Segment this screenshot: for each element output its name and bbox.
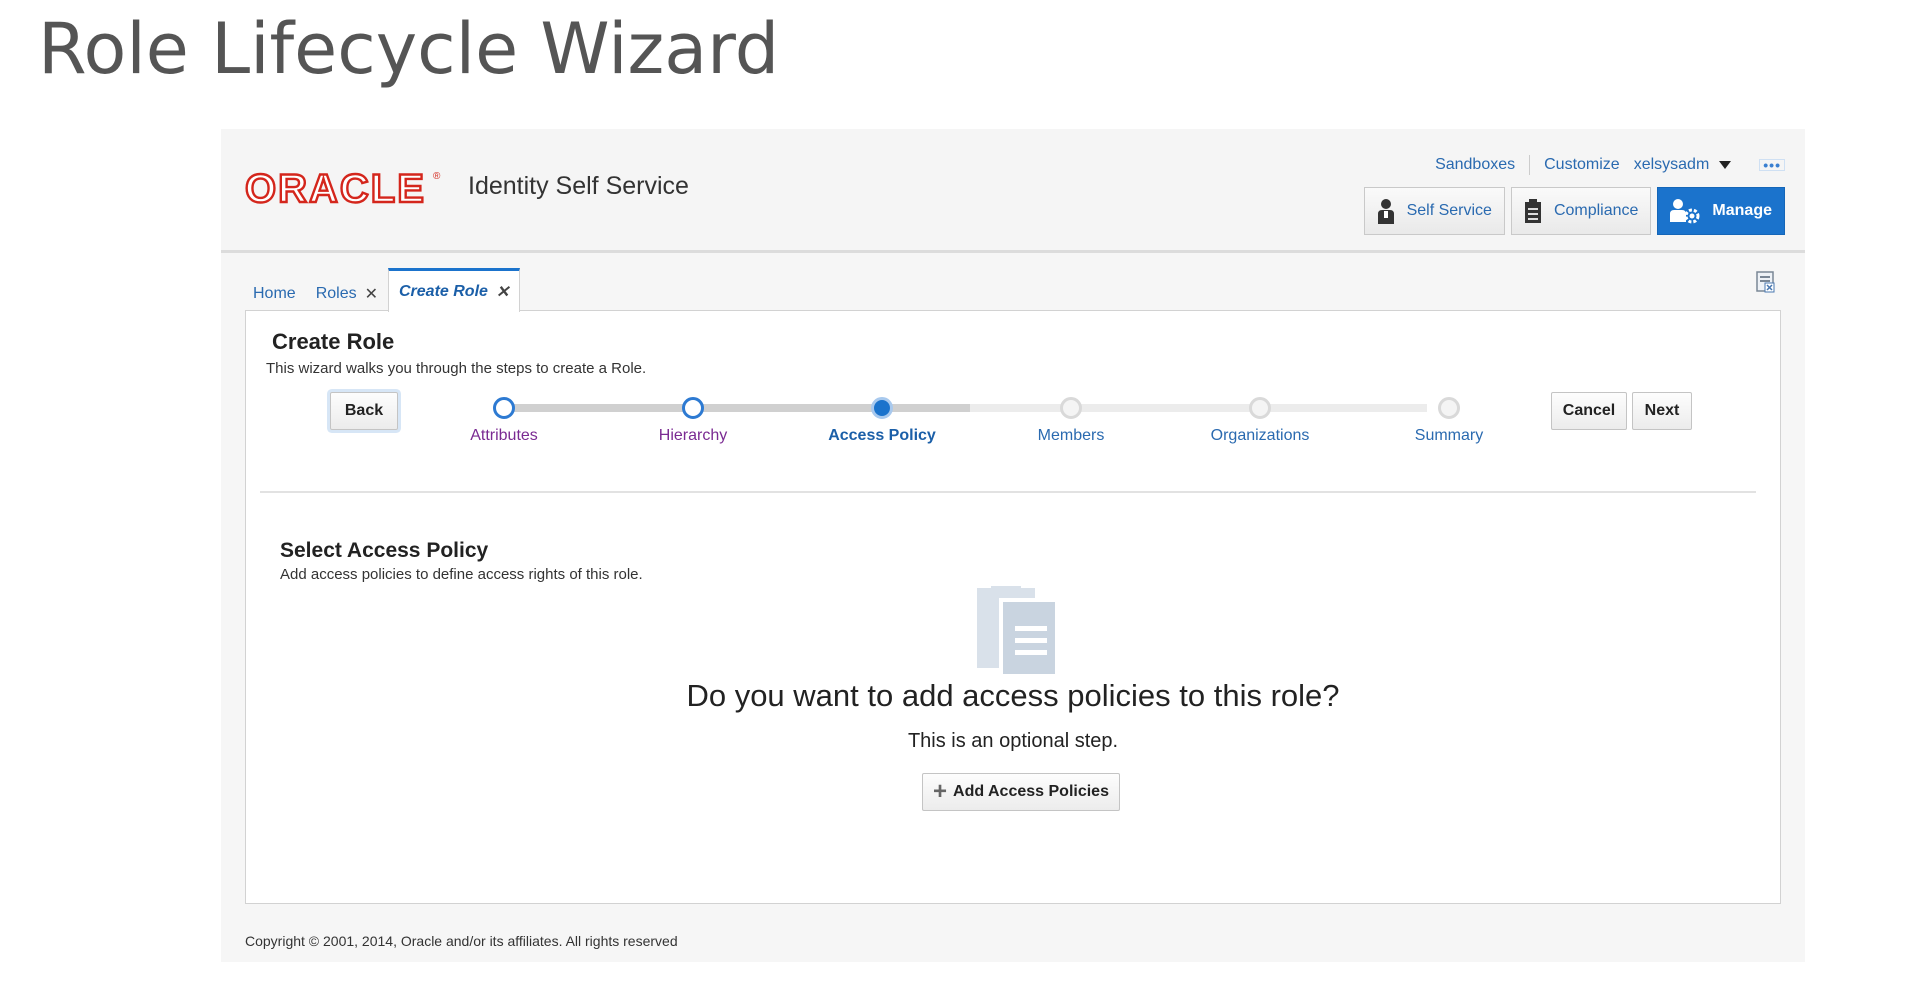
app-header: ORACLE ® Identity Self Service Sandboxes… [221, 129, 1805, 253]
nav-buttons: Self Service Compliance Manage [1363, 187, 1785, 235]
app-window: ORACLE ® Identity Self Service Sandboxes… [221, 129, 1805, 962]
oracle-logo: ORACLE [244, 167, 426, 211]
close-icon[interactable]: ✕ [365, 284, 378, 304]
global-links: Sandboxes Customize xelsysadm ••• [1435, 155, 1785, 175]
section-divider [260, 491, 1756, 493]
step-summary-label[interactable]: Summary [1415, 427, 1483, 445]
section-description: Add access policies to define access rig… [280, 566, 643, 583]
registered-mark: ® [433, 171, 441, 182]
cancel-button[interactable]: Cancel [1551, 392, 1627, 430]
manage-gear-icon [1670, 199, 1700, 224]
add-access-policies-label: Add Access Policies [953, 783, 1109, 800]
self-service-button[interactable]: Self Service [1363, 187, 1505, 235]
step-organizations-label[interactable]: Organizations [1211, 427, 1310, 445]
create-role-panel: Create Role This wizard walks you throug… [245, 310, 1781, 904]
step-attributes-label[interactable]: Attributes [470, 427, 538, 445]
empty-state-question: Do you want to add access policies to th… [686, 678, 1340, 713]
wizard-train: Attributes Hierarchy Access Policy Membe… [246, 311, 1780, 461]
step-attributes-stop[interactable] [493, 397, 515, 419]
add-access-policies-button[interactable]: + Add Access Policies [922, 773, 1120, 811]
train-progress-line [504, 404, 970, 412]
step-access-policy-label[interactable]: Access Policy [828, 427, 936, 445]
tab-bar: Home Roles ✕ Create Role ✕ [243, 268, 521, 312]
user-name: xelsysadm [1633, 156, 1710, 173]
manage-label: Manage [1712, 202, 1772, 219]
link-separator [1529, 155, 1531, 175]
tab-create-role[interactable]: Create Role ✕ [388, 268, 521, 312]
step-members-label[interactable]: Members [1038, 427, 1105, 445]
tab-label: Home [253, 285, 296, 302]
tab-label: Roles [315, 285, 357, 302]
tab-label: Create Role [399, 282, 488, 300]
person-icon [1377, 199, 1394, 224]
step-summary-stop[interactable] [1438, 397, 1460, 419]
manage-button[interactable]: Manage [1657, 187, 1785, 235]
close-icon[interactable]: ✕ [496, 282, 509, 302]
step-hierarchy-stop[interactable] [682, 397, 704, 419]
tab-home[interactable]: Home [243, 277, 306, 311]
self-service-label: Self Service [1406, 202, 1492, 219]
chevron-down-icon [1719, 160, 1732, 169]
user-menu[interactable]: xelsysadm [1634, 156, 1732, 174]
close-all-tabs-icon[interactable] [1755, 271, 1777, 298]
slide-title: Role Lifecycle Wizard [38, 8, 780, 90]
tab-roles[interactable]: Roles ✕ [306, 277, 388, 311]
more-options-icon[interactable]: ••• [1759, 158, 1785, 172]
step-organizations-stop[interactable] [1249, 397, 1271, 419]
step-access-policy-stop[interactable] [871, 397, 893, 419]
next-button[interactable]: Next [1632, 392, 1692, 430]
clipboard-icon [1524, 199, 1541, 223]
plus-icon: + [933, 778, 948, 805]
section-title: Select Access Policy [280, 539, 489, 562]
copyright-footer: Copyright © 2001, 2014, Oracle and/or it… [245, 933, 678, 949]
step-members-stop[interactable] [1060, 397, 1082, 419]
sandboxes-link[interactable]: Sandboxes [1435, 156, 1515, 174]
app-name: Identity Self Service [468, 172, 689, 200]
document-icon [977, 586, 1059, 683]
compliance-button[interactable]: Compliance [1510, 187, 1652, 235]
step-hierarchy-label[interactable]: Hierarchy [659, 427, 727, 445]
compliance-label: Compliance [1553, 202, 1639, 219]
customize-link[interactable]: Customize [1544, 156, 1620, 174]
train-remaining-line [970, 404, 1427, 412]
empty-state-note: This is an optional step. [907, 730, 1119, 752]
